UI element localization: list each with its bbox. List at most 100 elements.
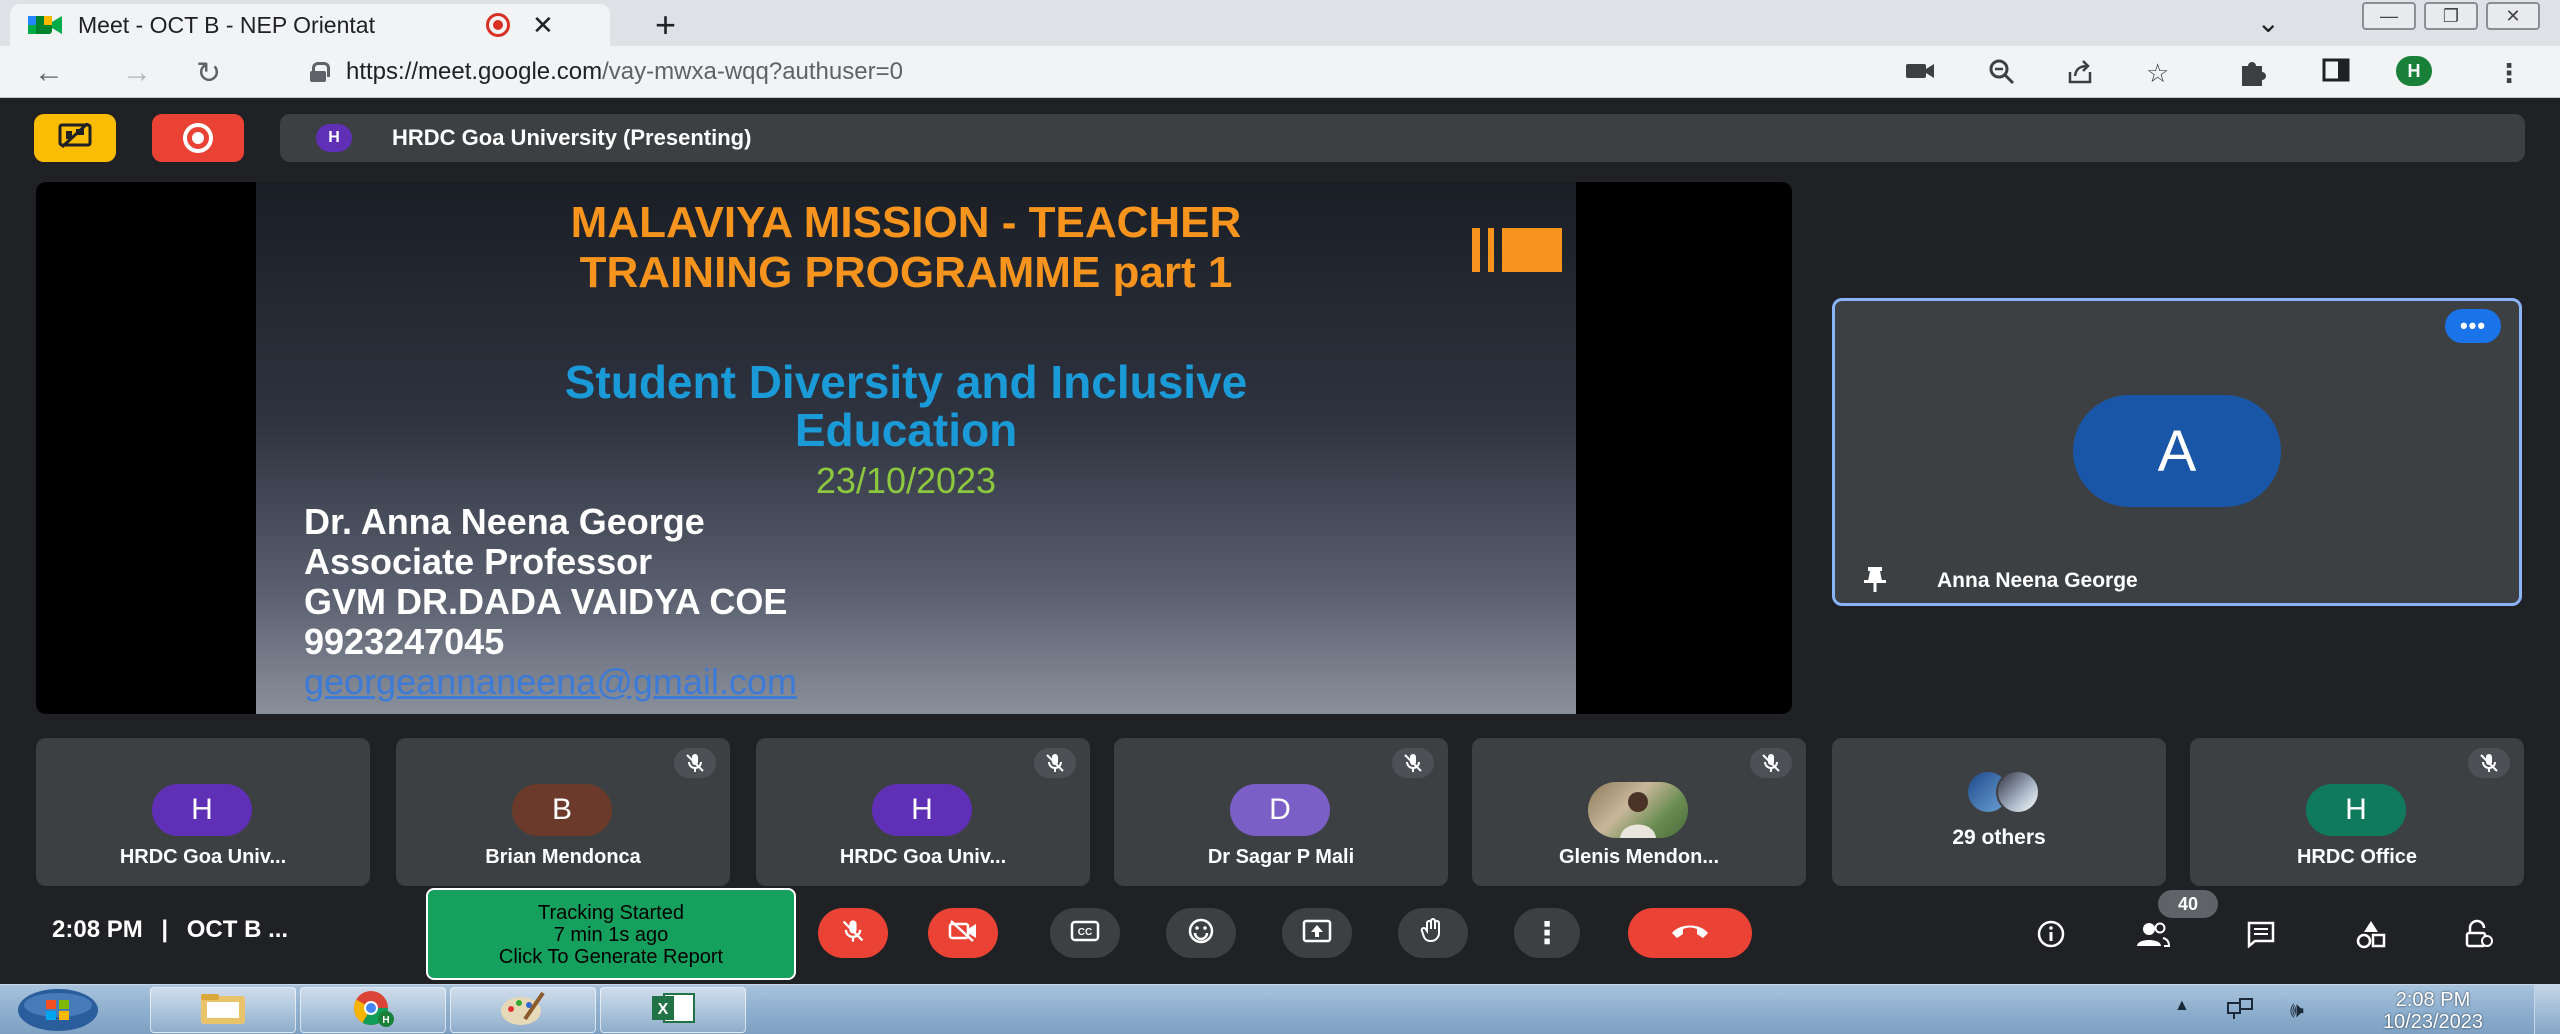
activities-icon — [2356, 919, 2386, 954]
close-icon[interactable]: ✕ — [532, 10, 554, 41]
close-window-button[interactable]: ✕ — [2486, 2, 2540, 30]
extensions-icon[interactable] — [2238, 58, 2268, 93]
participant-name: HRDC Goa Univ... — [119, 846, 287, 868]
system-clock[interactable]: 2:08 PM 10/23/2023 — [2358, 989, 2508, 1033]
taskbar-explorer[interactable] — [150, 987, 296, 1033]
emoji-button[interactable] — [1166, 908, 1236, 958]
show-desktop-button[interactable] — [2534, 985, 2560, 1034]
presenter-role: Associate Professor — [304, 541, 653, 582]
present-icon — [1302, 918, 1332, 949]
avatar: H — [152, 784, 252, 836]
mic-off-icon — [1392, 748, 1434, 778]
side-panel-icon[interactable] — [2322, 58, 2350, 89]
participant-tile[interactable]: Glenis Mendon... — [1472, 738, 1806, 886]
pin-icon[interactable] — [1861, 565, 1889, 593]
profile-photo — [1588, 782, 1688, 838]
recording-icon — [183, 123, 213, 153]
mic-off-icon — [1750, 748, 1792, 778]
more-options-icon[interactable]: ••• — [2445, 309, 2501, 343]
back-icon[interactable]: ← — [34, 56, 64, 90]
meeting-info-button[interactable] — [2026, 914, 2076, 958]
participant-name: HRDC Goa Univ... — [839, 846, 1007, 868]
tray-expand-icon[interactable]: ▲ — [2174, 997, 2190, 1015]
recording-button[interactable] — [152, 114, 244, 162]
end-call-icon — [1670, 921, 1710, 946]
minimize-button[interactable]: — — [2362, 2, 2416, 30]
bookmark-star-icon[interactable]: ☆ — [2146, 58, 2169, 89]
camera-toggle-button[interactable] — [928, 908, 998, 958]
participant-name: Anna Neena George — [1937, 569, 2138, 592]
forward-icon[interactable]: → — [122, 56, 152, 90]
share-icon[interactable] — [2066, 58, 2094, 93]
slide-title: MALAVIYA MISSION - TEACHER TRAINING PROG… — [570, 198, 1242, 297]
profile-avatar[interactable]: H — [2396, 56, 2432, 86]
info-icon — [2036, 919, 2066, 954]
captions-icon: CC — [1070, 919, 1100, 948]
meet-favicon-icon — [28, 14, 64, 36]
hide-presentation-icon — [58, 121, 92, 154]
presenter-name: Dr. Anna Neena George — [304, 501, 705, 542]
tab-title: Meet - OCT B - NEP Orientat — [78, 11, 375, 38]
network-icon[interactable] — [2226, 997, 2256, 1027]
participant-tile[interactable]: D Dr Sagar P Mali — [1114, 738, 1448, 886]
people-icon — [2136, 920, 2171, 953]
zoom-icon[interactable] — [1988, 58, 2016, 93]
more-options-button[interactable]: ⋮ — [1514, 908, 1580, 958]
start-button[interactable] — [8, 987, 108, 1033]
system-time: 2:08 PM — [2395, 989, 2471, 1011]
browser-tab-strip: Meet - OCT B - NEP Orientat ✕ + ⌄ — ❐ ✕ — [0, 0, 2560, 46]
slide-presenter-info: Dr. Anna Neena George Associate Professo… — [304, 502, 797, 702]
address-bar: ← → ↻ https://meet.google.com/vay-mwxa-w… — [0, 46, 2560, 98]
camera-icon[interactable] — [1906, 58, 1936, 89]
people-button[interactable] — [2128, 914, 2178, 958]
paint-icon — [499, 989, 547, 1032]
captions-button[interactable]: CC — [1050, 908, 1120, 958]
participant-name: Glenis Mendon... — [1558, 846, 1719, 868]
participant-tile[interactable]: H HRDC Goa Univ... — [756, 738, 1090, 886]
folder-icon — [197, 990, 249, 1031]
presenting-banner: H HRDC Goa University (Presenting) — [280, 114, 2525, 162]
hide-presentation-button[interactable] — [34, 114, 116, 162]
new-tab-icon[interactable]: + — [655, 4, 676, 46]
browser-tab[interactable]: Meet - OCT B - NEP Orientat ✕ — [10, 4, 610, 46]
participant-tile[interactable]: B Brian Mendonca — [396, 738, 730, 886]
others-tile[interactable]: 29 others — [1832, 738, 2166, 886]
svg-text:X: X — [658, 1001, 669, 1018]
raise-hand-button[interactable] — [1398, 908, 1468, 958]
mic-off-icon — [2468, 748, 2510, 778]
taskbar-excel[interactable]: X — [600, 987, 746, 1033]
svg-text:CC: CC — [1078, 927, 1092, 938]
slide-date: 23/10/2023 — [815, 460, 997, 501]
taskbar-chrome[interactable]: H — [300, 987, 446, 1033]
chevron-down-icon[interactable]: ⌄ — [2257, 6, 2280, 39]
presentation-stage: MALAVIYA MISSION - TEACHER TRAINING PROG… — [36, 182, 1792, 714]
kebab-menu-icon[interactable]: ⋮ — [2496, 58, 2522, 89]
camera-off-icon — [948, 919, 978, 948]
mic-toggle-button[interactable] — [818, 908, 888, 958]
meet-top-bar: H HRDC Goa University (Presenting) — [0, 98, 2560, 178]
participant-name: Brian Mendonca — [485, 846, 641, 868]
reload-icon[interactable]: ↻ — [196, 56, 221, 91]
host-controls-button[interactable] — [2454, 914, 2504, 958]
present-button[interactable] — [1282, 908, 1352, 958]
participant-tile[interactable]: H HRDC Goa Univ... — [36, 738, 370, 886]
presenter-email: georgeannaneena@gmail.com — [304, 661, 797, 702]
url-field[interactable]: https://meet.google.com/vay-mwxa-wqq?aut… — [280, 52, 1880, 92]
meeting-name: OCT B ... — [186, 916, 289, 943]
recording-icon — [486, 13, 510, 37]
meeting-details: 2:08 PM | OCT B ... — [52, 916, 289, 943]
activities-button[interactable] — [2346, 914, 2396, 958]
participant-tile[interactable]: H HRDC Office — [2190, 738, 2524, 886]
self-video-tile[interactable]: ••• A Anna Neena George — [1832, 298, 2522, 606]
volume-icon[interactable]: 🕪 — [2290, 997, 2304, 1023]
avatar: D — [1230, 784, 1330, 836]
meeting-time: 2:08 PM — [52, 916, 143, 943]
end-call-button[interactable] — [1628, 908, 1752, 958]
tracking-report-button[interactable]: Tracking Started 7 min 1s ago Click To G… — [426, 888, 796, 980]
restore-button[interactable]: ❐ — [2424, 2, 2478, 30]
chat-button[interactable] — [2236, 914, 2286, 958]
taskbar-paint[interactable] — [450, 987, 596, 1033]
chrome-icon: H — [351, 988, 395, 1033]
url-text: https://meet.google.com/vay-mwxa-wqq?aut… — [346, 58, 903, 85]
avatar: H — [2306, 784, 2406, 836]
